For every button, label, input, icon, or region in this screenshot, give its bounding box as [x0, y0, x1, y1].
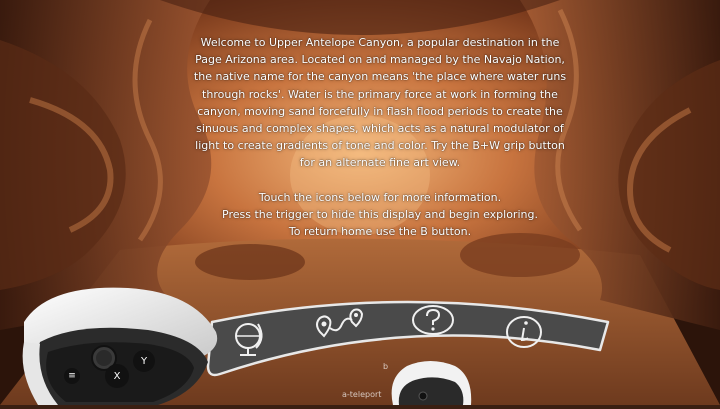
info-button[interactable] — [496, 310, 552, 356]
x-button-label: X — [113, 370, 121, 382]
teleport-button[interactable] — [312, 302, 368, 348]
instruction-line: To return home use the B button. — [288, 225, 472, 239]
info-panel: Welcome to Upper Antelope Canyon, a popu… — [190, 34, 570, 240]
menu-button[interactable]: ≡ — [64, 368, 80, 384]
right-controller-body — [391, 361, 472, 405]
welcome-paragraph: Welcome to Upper Antelope Canyon, a popu… — [193, 36, 567, 170]
instruction-line: Press the trigger to hide this display a… — [222, 207, 538, 221]
left-controller: Y X ≡ — [18, 282, 238, 405]
floor-label-b: b — [383, 362, 389, 371]
floor-label-teleport: a-teleport — [342, 390, 382, 399]
help-icon — [412, 305, 454, 335]
controller-body — [22, 287, 218, 405]
y-button-label: Y — [140, 355, 148, 367]
instruction-line: Touch the icons below for more informati… — [258, 190, 502, 204]
y-button[interactable]: Y — [133, 350, 155, 372]
right-controller — [385, 358, 480, 405]
help-button[interactable] — [405, 300, 461, 346]
info-icon — [506, 316, 542, 348]
menu-button-label: ≡ — [68, 371, 76, 381]
x-button[interactable]: X — [105, 364, 129, 388]
teleport-path-icon — [316, 308, 364, 338]
